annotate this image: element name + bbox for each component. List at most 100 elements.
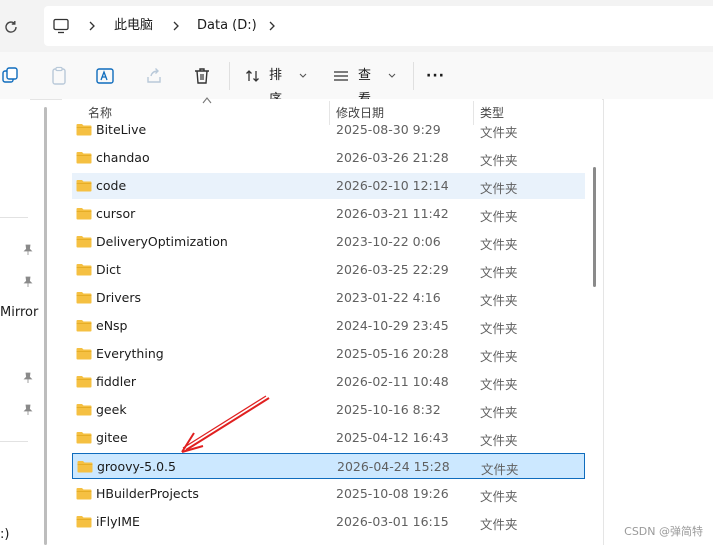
file-date-modified: 2026-02-11 10:48 xyxy=(336,374,449,389)
nav-item-mirror[interactable]: Mirror xyxy=(0,305,38,320)
table-row[interactable]: eNsp 2024-10-29 23:45 文件夹 xyxy=(72,313,585,339)
breadcrumb-this-pc[interactable]: 此电脑 xyxy=(114,6,153,46)
file-name: cursor xyxy=(96,206,136,221)
rename-icon[interactable] xyxy=(94,65,116,87)
file-type: 文件夹 xyxy=(480,181,518,196)
delete-icon[interactable] xyxy=(191,65,213,87)
file-name: eNsp xyxy=(96,318,128,333)
file-list-scrollbar[interactable] xyxy=(593,167,596,287)
table-row[interactable]: groovy-5.0.5 2026-04-24 15:28 文件夹 xyxy=(72,453,585,479)
file-date-modified: 2026-03-01 16:15 xyxy=(336,514,449,529)
file-date-modified: 2026-03-26 21:28 xyxy=(336,150,449,165)
file-type: 文件夹 xyxy=(480,153,518,168)
breadcrumb-data-drive[interactable]: Data (D:) xyxy=(197,6,257,46)
address-bar-area: 此电脑 Data (D:) xyxy=(0,0,713,52)
file-name: iFlyIME xyxy=(96,514,140,529)
table-row[interactable]: gitee 2025-04-12 16:43 文件夹 xyxy=(72,425,585,451)
details-pane xyxy=(603,99,713,545)
file-date-modified: 2025-08-30 9:29 xyxy=(336,122,441,137)
folder-icon xyxy=(76,152,92,164)
table-row[interactable]: HBuilderProjects 2025-10-08 19:26 文件夹 xyxy=(72,481,585,507)
folder-icon xyxy=(76,376,92,388)
chevron-down-icon xyxy=(388,73,396,78)
table-row[interactable]: Everything 2025-05-16 20:28 文件夹 xyxy=(72,341,585,367)
file-date-modified: 2026-03-21 11:42 xyxy=(336,206,449,221)
file-name: code xyxy=(96,178,127,193)
file-name: Drivers xyxy=(96,290,141,305)
file-name: BiteLive xyxy=(96,122,147,137)
folder-icon xyxy=(76,124,92,136)
file-type: 文件夹 xyxy=(480,321,518,336)
table-row[interactable]: chandao 2026-03-26 21:28 文件夹 xyxy=(72,145,585,171)
folder-icon xyxy=(76,292,92,304)
file-name: geek xyxy=(96,402,127,417)
folder-icon xyxy=(76,320,92,332)
folder-icon xyxy=(76,432,92,444)
nav-divider xyxy=(0,217,28,218)
computer-icon xyxy=(53,18,69,34)
toolbar-divider xyxy=(229,62,230,90)
sort-ascending-icon xyxy=(202,97,212,104)
chevron-down-icon xyxy=(299,73,307,78)
file-type: 文件夹 xyxy=(480,517,518,532)
folder-icon xyxy=(76,488,92,500)
copy-icon[interactable] xyxy=(0,65,22,87)
table-row[interactable]: cursor 2026-03-21 11:42 文件夹 xyxy=(72,201,585,227)
file-name: gitee xyxy=(96,430,128,445)
refresh-icon[interactable] xyxy=(2,18,20,36)
table-row[interactable]: Drivers 2023-01-22 4:16 文件夹 xyxy=(72,285,585,311)
file-type: 文件夹 xyxy=(480,293,518,308)
chevron-right-icon xyxy=(89,21,95,31)
file-type: 文件夹 xyxy=(480,377,518,392)
table-row[interactable]: code 2026-02-10 12:14 文件夹 xyxy=(72,173,585,199)
file-date-modified: 2024-10-29 23:45 xyxy=(336,318,449,333)
sort-icon xyxy=(246,70,259,82)
share-icon[interactable] xyxy=(143,65,165,87)
file-type: 文件夹 xyxy=(480,237,518,252)
more-options-button[interactable]: ··· xyxy=(426,64,445,88)
toolbar-divider xyxy=(413,62,414,90)
folder-icon xyxy=(76,348,92,360)
chevron-right-icon[interactable] xyxy=(266,20,278,32)
file-date-modified: 2026-02-10 12:14 xyxy=(336,178,449,193)
file-type: 文件夹 xyxy=(480,349,518,364)
breadcrumb[interactable]: 此电脑 Data (D:) xyxy=(44,6,713,46)
file-name: fiddler xyxy=(96,374,137,389)
pin-icon[interactable] xyxy=(22,372,34,384)
table-row[interactable]: Dict 2026-03-25 22:29 文件夹 xyxy=(72,257,585,283)
table-row[interactable]: BiteLive 2025-08-30 9:29 文件夹 xyxy=(72,117,585,143)
file-type: 文件夹 xyxy=(480,265,518,280)
nav-divider xyxy=(0,441,28,442)
paste-icon[interactable] xyxy=(48,65,70,87)
folder-icon xyxy=(76,180,92,192)
nav-scrollbar[interactable] xyxy=(44,107,47,545)
nav-item-drive[interactable]: :) xyxy=(0,527,9,542)
pin-icon[interactable] xyxy=(22,244,34,256)
file-date-modified: 2023-01-22 4:16 xyxy=(336,290,441,305)
file-name: DeliveryOptimization xyxy=(96,234,228,249)
file-type: 文件夹 xyxy=(480,489,518,504)
file-date-modified: 2025-05-16 20:28 xyxy=(336,346,449,361)
table-row[interactable]: DeliveryOptimization 2023-10-22 0:06 文件夹 xyxy=(72,229,585,255)
table-row[interactable]: iFlyIME 2026-03-01 16:15 文件夹 xyxy=(72,509,585,535)
watermark: CSDN @弹简特 xyxy=(624,525,703,538)
pin-icon[interactable] xyxy=(22,404,34,416)
file-name: HBuilderProjects xyxy=(96,486,199,501)
folder-icon xyxy=(76,404,92,416)
file-date-modified: 2025-04-12 16:43 xyxy=(336,430,449,445)
folder-icon xyxy=(76,516,92,528)
file-type: 文件夹 xyxy=(480,125,518,140)
folder-icon xyxy=(77,461,93,473)
pin-icon[interactable] xyxy=(22,276,34,288)
file-name: Dict xyxy=(96,262,121,277)
command-bar: 排序 查看 ··· xyxy=(0,52,713,107)
table-row[interactable]: fiddler 2026-02-11 10:48 文件夹 xyxy=(72,369,585,395)
file-type: 文件夹 xyxy=(480,209,518,224)
folder-icon xyxy=(76,208,92,220)
folder-icon xyxy=(76,236,92,248)
file-name: chandao xyxy=(96,150,150,165)
file-date-modified: 2026-04-24 15:28 xyxy=(337,459,450,474)
table-row[interactable]: geek 2025-10-16 8:32 文件夹 xyxy=(72,397,585,423)
file-type: 文件夹 xyxy=(481,462,519,477)
view-list-icon xyxy=(334,71,348,81)
